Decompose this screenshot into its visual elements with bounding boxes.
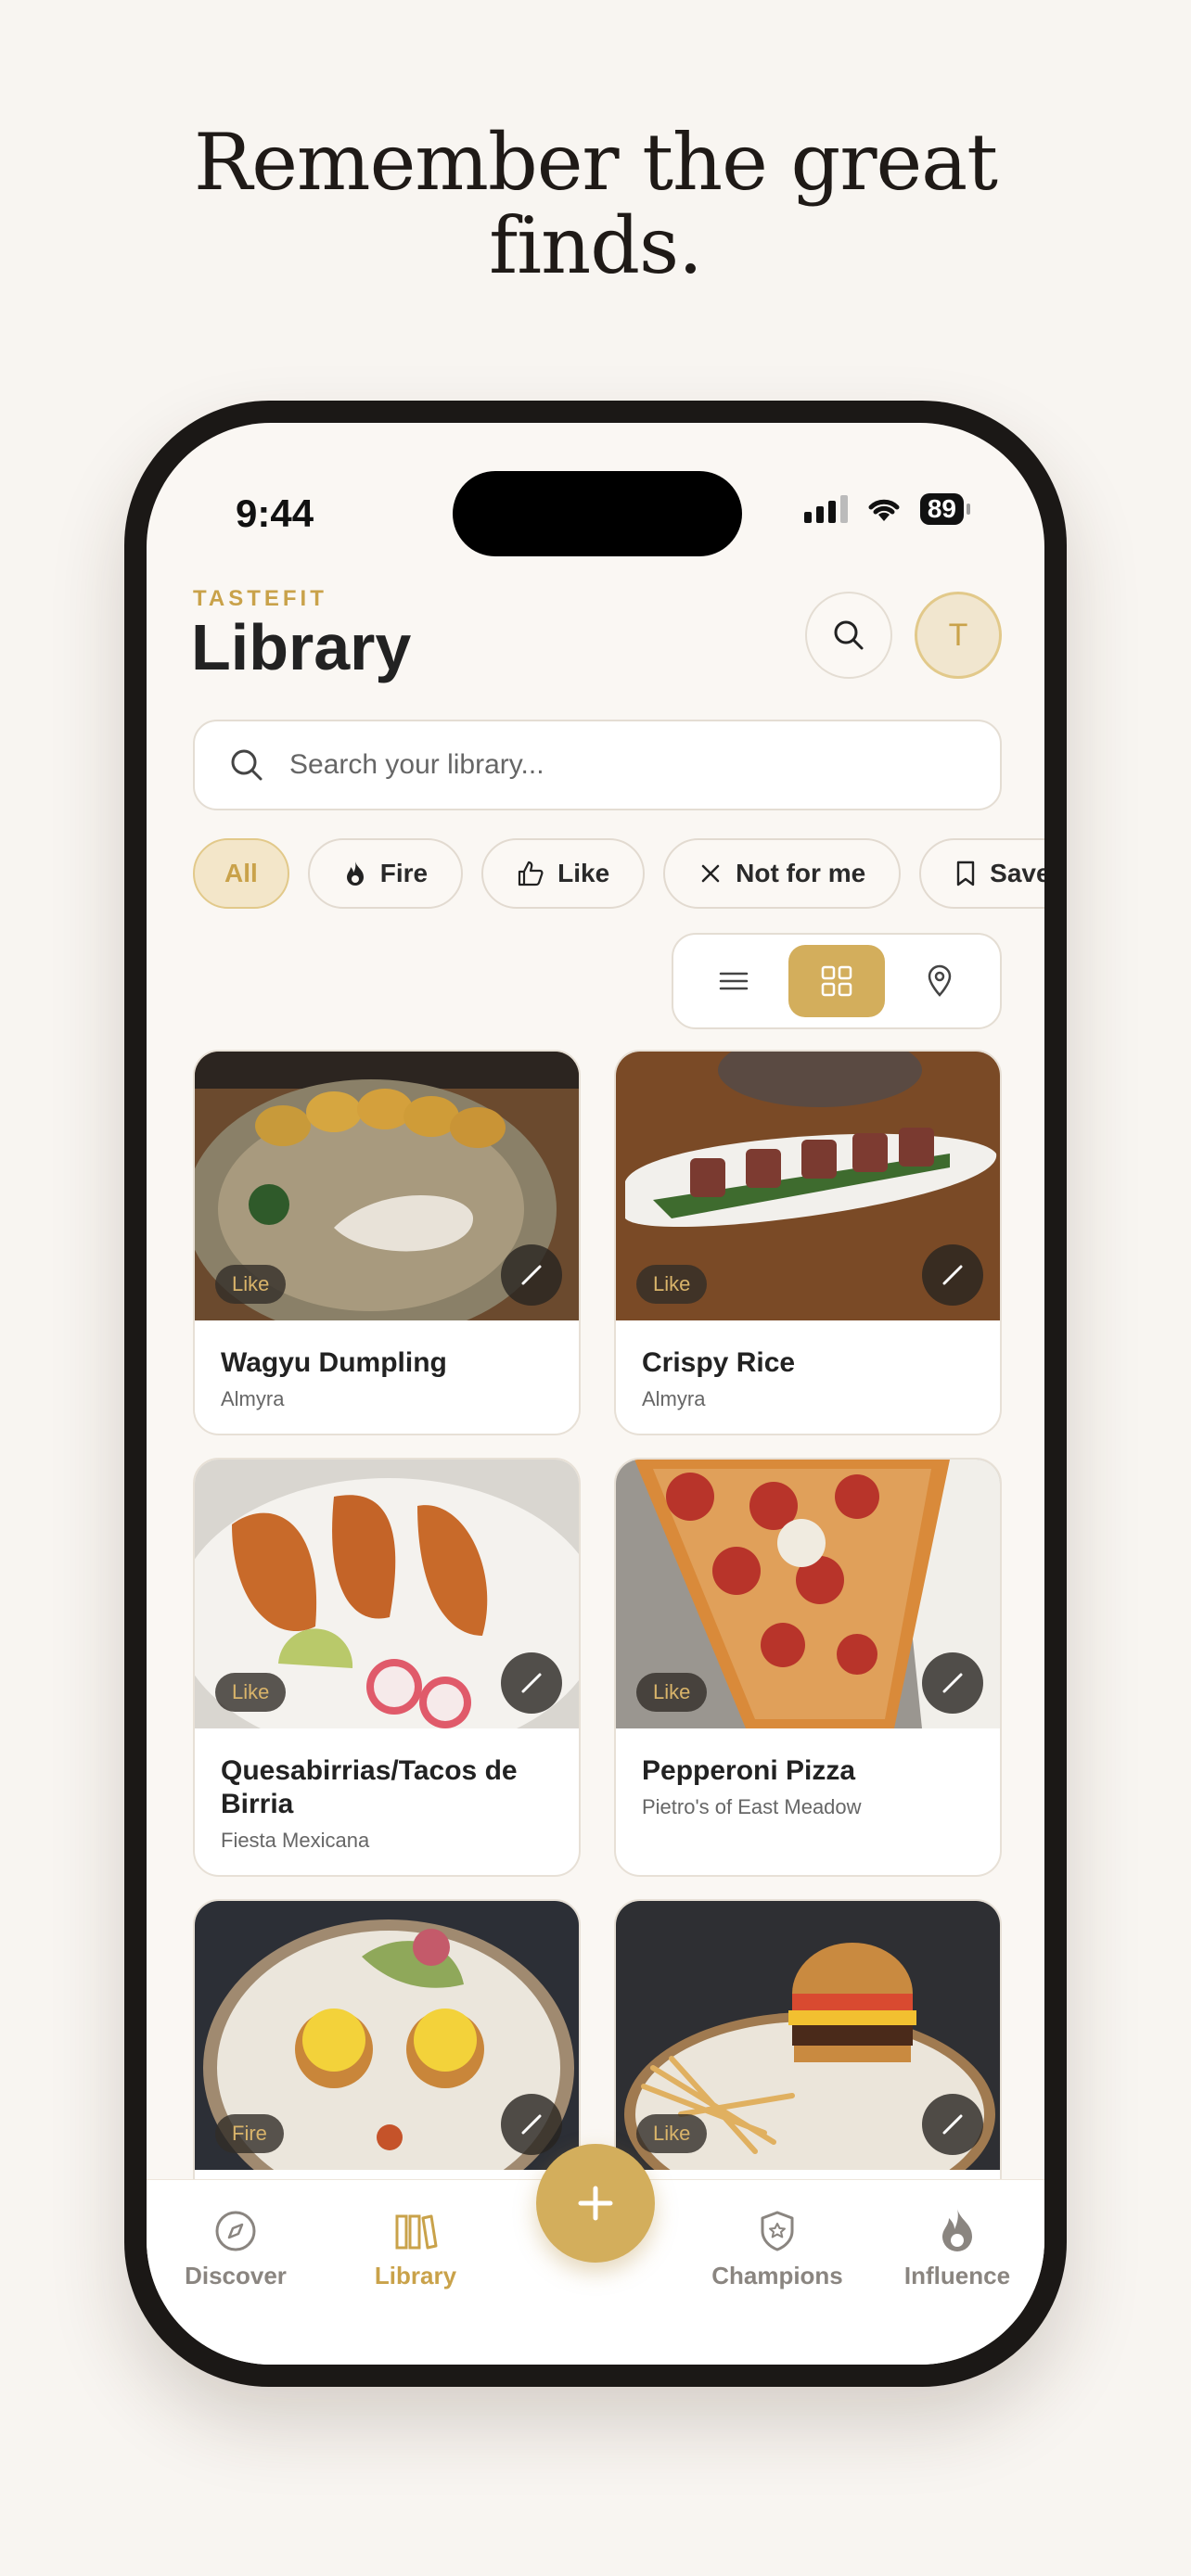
food-photo: Like (616, 1460, 1000, 1728)
search-icon (834, 620, 864, 650)
chip-label: Fire (379, 859, 429, 887)
pencil-icon (942, 1265, 963, 1285)
filter-chip-all[interactable]: All (193, 838, 289, 909)
library-search-field[interactable] (193, 720, 1002, 810)
wifi-icon (868, 499, 900, 521)
food-card[interactable]: Like Quesabirrias/Tacos de Birria Fiesta… (193, 1458, 581, 1877)
filter-chip-fire[interactable]: Fire (307, 838, 464, 909)
food-photo: Like (195, 1052, 579, 1320)
bookmark-icon (956, 861, 975, 886)
pencil-icon (942, 2114, 963, 2135)
chip-label: Not for me (736, 859, 866, 887)
filter-chip-not-for-me[interactable]: Not for me (663, 838, 902, 909)
pencil-icon (521, 2114, 542, 2135)
status-time: 9:44 (236, 491, 314, 535)
food-card[interactable]: Like Wagyu Dumpling Almyra (193, 1050, 581, 1435)
rating-badge: Like (215, 1265, 287, 1304)
rating-badge: Like (636, 1673, 708, 1712)
phone-frame: 9:44 89 TASTEFIT Library T All Fire (124, 401, 1067, 2387)
dish-name: Pepperoni Pizza (642, 1755, 856, 1786)
search-input[interactable] (289, 749, 939, 781)
edit-button[interactable] (922, 1652, 983, 1714)
plus-icon (578, 2186, 613, 2221)
tab-label: Library (374, 2262, 457, 2289)
page-title: Library (191, 611, 412, 683)
food-photo: Like (616, 1052, 1000, 1320)
shield-star-icon (761, 2211, 794, 2251)
map-pin-icon (928, 964, 951, 997)
compass-icon (215, 2211, 256, 2251)
library-grid: Like Wagyu Dumpling Almyra Like Crispy R… (193, 1050, 1002, 2285)
chip-label: Saved (990, 859, 1044, 887)
view-list-button[interactable] (685, 945, 782, 1017)
signal-icon (803, 495, 848, 523)
search-icon (231, 749, 263, 781)
add-button[interactable] (536, 2144, 655, 2263)
food-photo: Like (616, 1901, 1000, 2170)
thumbs-up-icon (519, 861, 544, 886)
tab-library[interactable]: Library (332, 2200, 499, 2290)
status-icons: 89 (803, 493, 970, 525)
library-icon (395, 2214, 438, 2250)
tab-influence[interactable]: Influence (874, 2200, 1041, 2290)
edit-button[interactable] (501, 1244, 562, 1306)
filter-chip-like[interactable]: Like (481, 838, 646, 909)
restaurant-name: Almyra (221, 1387, 285, 1410)
tab-discover[interactable]: Discover (152, 2200, 319, 2290)
tab-label: Champions (711, 2262, 843, 2289)
flame-icon (942, 2209, 972, 2251)
dish-name: Wagyu Dumpling (221, 1347, 447, 1378)
pencil-icon (521, 1673, 542, 1693)
brand-label: TASTEFIT (193, 586, 327, 611)
avatar[interactable]: T (915, 592, 1002, 679)
search-button[interactable] (805, 592, 892, 679)
restaurant-name: Almyra (642, 1387, 706, 1410)
view-map-button[interactable] (891, 945, 988, 1017)
edit-button[interactable] (922, 2094, 983, 2155)
filter-chip-saved[interactable]: Saved (919, 838, 1044, 909)
edit-button[interactable] (922, 1244, 983, 1306)
restaurant-name: Fiesta Mexicana (221, 1829, 370, 1852)
view-mode-toggle (672, 933, 1002, 1029)
edit-button[interactable] (501, 2094, 562, 2155)
food-photo: Like (195, 1460, 579, 1728)
view-grid-button[interactable] (788, 945, 885, 1017)
tab-label: Discover (185, 2262, 287, 2289)
x-icon (701, 864, 720, 883)
marketing-headline: Remember the great finds. (0, 121, 1191, 287)
tab-champions[interactable]: Champions (694, 2200, 861, 2290)
flame-icon (346, 861, 364, 886)
dynamic-island (453, 471, 742, 556)
chip-label: All (224, 859, 258, 887)
headline-line-2: finds. (489, 200, 703, 291)
edit-button[interactable] (501, 1652, 562, 1714)
tab-label: Influence (903, 2262, 1011, 2289)
food-card[interactable]: Like Crispy Rice Almyra (614, 1050, 1002, 1435)
list-icon (720, 972, 749, 990)
rating-badge: Like (215, 1673, 287, 1712)
rating-badge: Fire (215, 2114, 284, 2153)
dish-name: Quesabirrias/Tacos de Birria (221, 1755, 518, 1819)
battery-icon: 89 (919, 493, 970, 525)
chip-label: Like (557, 859, 610, 887)
rating-badge: Like (636, 2114, 708, 2153)
app-screen: 9:44 89 TASTEFIT Library T All Fire (147, 423, 1044, 2365)
restaurant-name: Pietro's of East Meadow (642, 1795, 862, 1818)
pencil-icon (942, 1673, 963, 1693)
food-photo: Fire (195, 1901, 579, 2170)
filter-chips: All Fire Like Not for me Saved (193, 838, 1044, 909)
dish-name: Crispy Rice (642, 1347, 796, 1378)
rating-badge: Like (636, 1265, 708, 1304)
battery-level: 89 (919, 493, 964, 525)
food-card[interactable]: Like Pepperoni Pizza Pietro's of East Me… (614, 1458, 1002, 1877)
grid-icon (821, 965, 852, 997)
pencil-icon (521, 1265, 542, 1285)
headline-line-1: Remember the great (193, 117, 998, 208)
